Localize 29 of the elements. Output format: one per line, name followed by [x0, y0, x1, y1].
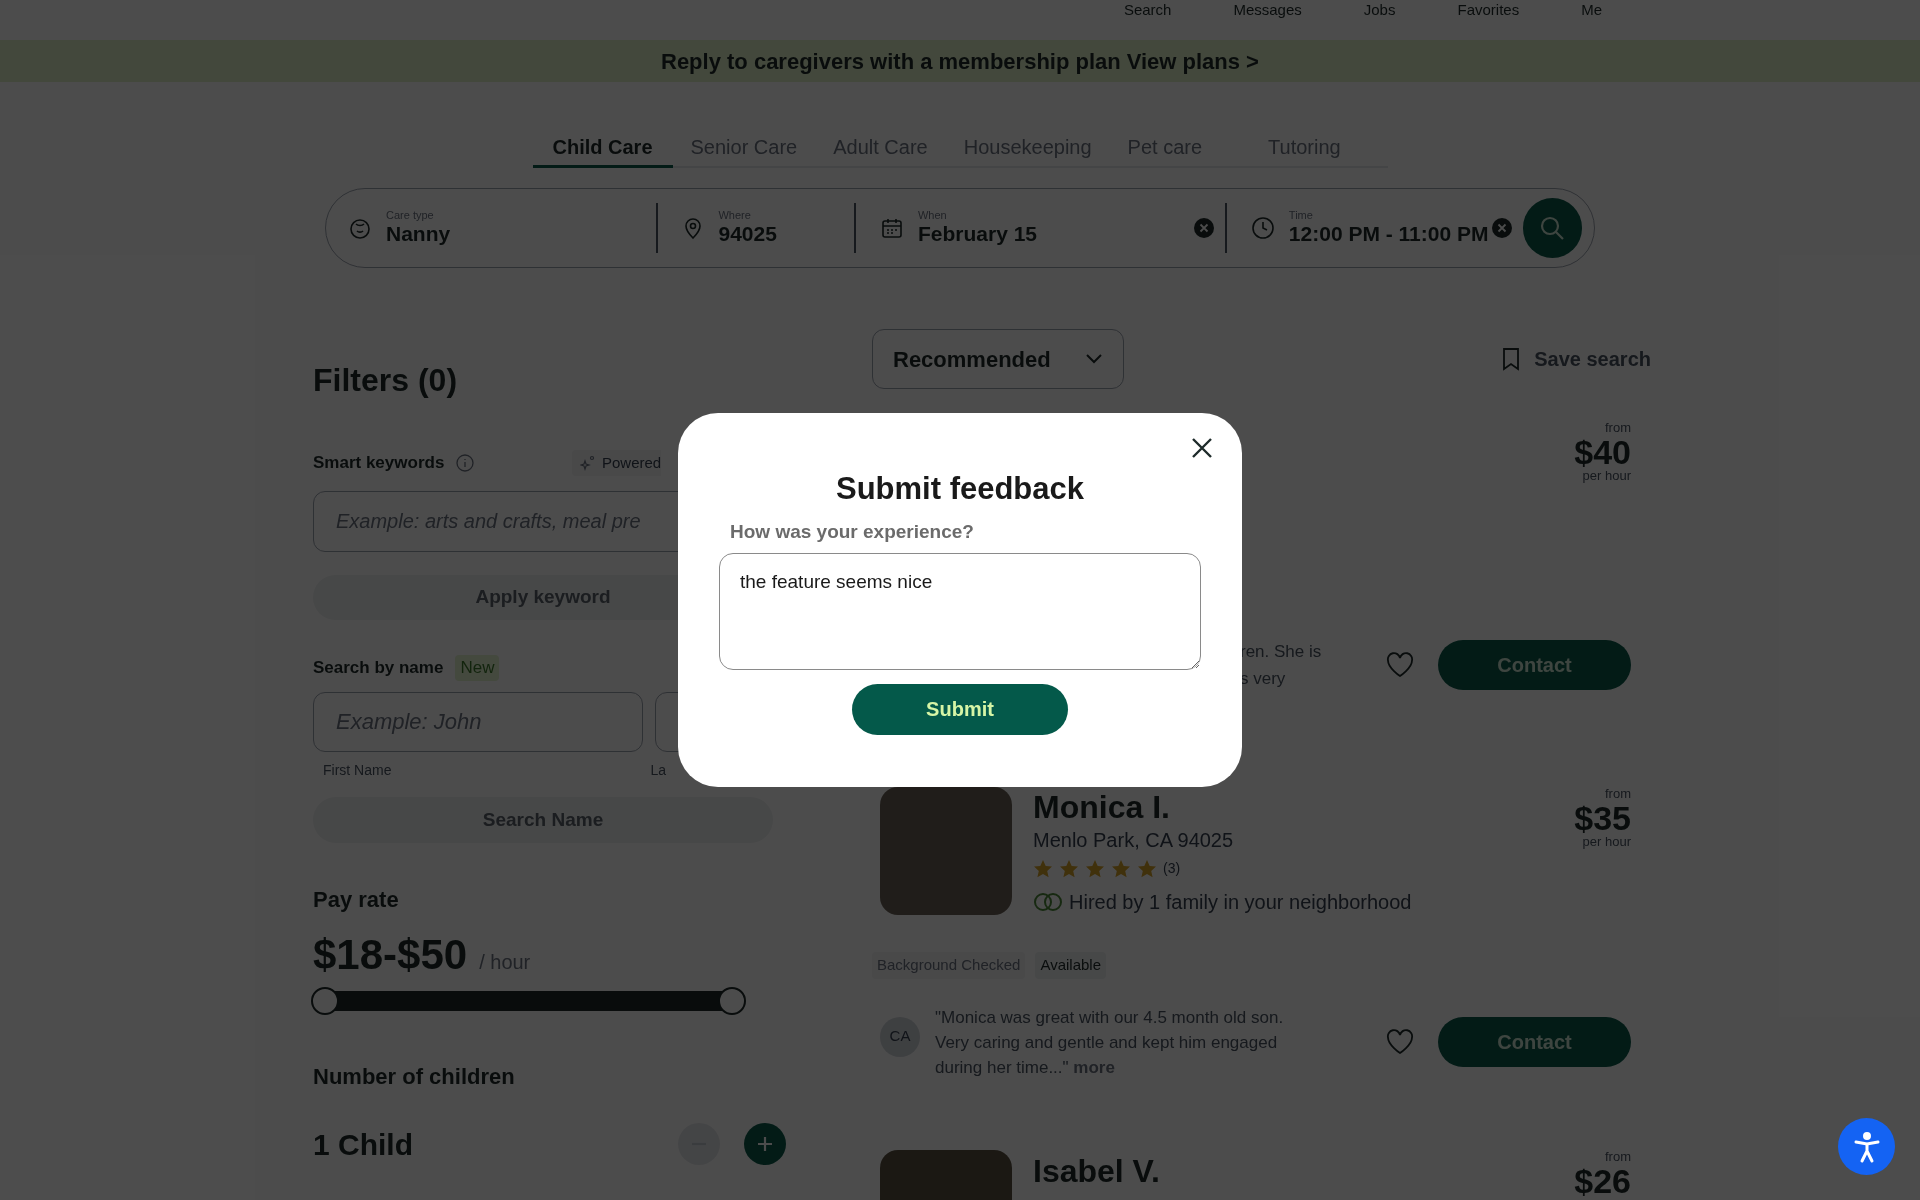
search-by-name-label: Search by name: [313, 657, 444, 680]
field-value: Nanny: [386, 221, 452, 247]
field-value: 12:00 PM - 11:00 PM: [1288, 221, 1490, 247]
pay-rate-value: $18-$50: [313, 935, 468, 975]
close-icon: [1190, 436, 1214, 460]
nav-link[interactable]: Messages: [1233, 2, 1302, 18]
nav-link[interactable]: Favorites: [1457, 2, 1520, 18]
field-value: 94025: [718, 221, 778, 247]
rate-amount: $35: [1574, 801, 1631, 835]
children-count: 1 Child: [313, 1126, 413, 1163]
smart-keywords-label: Smart keywords: [313, 452, 445, 475]
rate-amount: $40: [1574, 435, 1631, 469]
pay-rate-label: Pay rate: [313, 888, 400, 912]
submit-button[interactable]: Submit: [852, 683, 1068, 735]
dialog-title: Submit feedback: [835, 471, 1085, 507]
caregiver-location: Menlo Park, CA 94025: [1033, 828, 1235, 853]
review-count: (3): [1163, 859, 1181, 878]
field-value: February 15: [917, 221, 1039, 247]
filters-title: Filters (0): [313, 361, 459, 400]
feedback-field[interactable]: the feature seems nice: [719, 552, 1201, 670]
rate-amount: $26: [1574, 1164, 1631, 1198]
banner-text: Reply to caregivers with a membership plan: [661, 47, 1121, 76]
nav-link[interactable]: Me: [1581, 2, 1602, 18]
powered-label: Powered: [602, 452, 662, 473]
hired-text: Hired by 1 family in your neighborhood: [1069, 890, 1412, 915]
nav-link[interactable]: Search: [1123, 2, 1172, 18]
experience-label: How was your experience?: [730, 520, 974, 544]
nav-link[interactable]: Jobs: [1363, 2, 1396, 18]
children-label: Number of children: [313, 1065, 516, 1089]
